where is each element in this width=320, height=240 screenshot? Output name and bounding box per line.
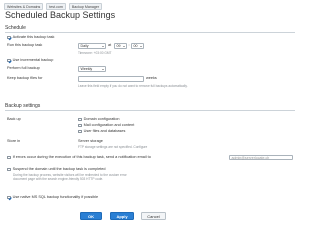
mssql-native-checkbox[interactable] [7,195,11,200]
full-backup-label: Perform full backup [7,66,40,70]
keep-files-label: Keep backup files for [7,76,43,80]
user-files-checkbox[interactable] [78,129,82,134]
incremental-backup-checkbox[interactable] [7,58,11,63]
keep-files-input[interactable] [78,76,144,82]
apply-button[interactable]: Apply [110,212,134,220]
run-task-label: Run this backup task [7,43,43,47]
chevron-down-icon [102,45,104,47]
time-separator: : [128,43,130,47]
chevron-down-icon [123,45,125,47]
user-files-row[interactable]: User files and databases [78,129,125,134]
notify-errors-checkbox[interactable] [7,155,11,160]
store-in-label: Store in [7,139,21,143]
domain-config-checkbox[interactable] [78,117,82,122]
keep-files-unit: weeks [146,76,157,81]
mail-config-label: Mail configuration and content [83,123,135,127]
keep-files-hint: Leave this field empty if you do not wan… [78,83,188,88]
domain-config-label: Domain configuration [83,117,120,121]
timezone-text: Timezone: +03:00 GMT [78,50,112,55]
activate-task-label: Activate this backup task [12,35,55,39]
incremental-backup-label: Use incremental backup [12,58,54,62]
chevron-down-icon [102,68,104,70]
notify-errors-row[interactable]: If errors occur during the execution of … [7,155,151,160]
ok-button[interactable]: OK [80,212,102,220]
run-minute-select[interactable]: 00 [131,43,144,49]
suspend-hint-line-2: document page with the search engine-fri… [13,176,104,181]
full-backup-select[interactable]: Weekly [78,66,106,72]
suspend-domain-label: Suspend the domain until the backup task… [12,167,106,171]
page-title: Scheduled Backup Settings [5,10,116,20]
run-frequency-select[interactable]: Daily [78,43,106,49]
run-hour-value: 09 [116,44,121,48]
backup-settings-divider [5,109,295,110]
mssql-native-row[interactable]: Use native MS SQL backup functionality i… [7,195,98,200]
cancel-button[interactable]: Cancel [141,212,166,220]
suspend-domain-checkbox[interactable] [7,167,11,172]
backup-settings-section-title: Backup settings [5,103,41,109]
back-up-label: Back up [7,117,21,121]
run-at-label: at [108,43,112,48]
domain-config-row[interactable]: Domain configuration [78,117,119,122]
notify-email-input[interactable]: admin@serverlocate.ch [229,154,293,161]
mssql-native-label: Use native MS SQL backup functionality i… [12,195,99,199]
run-frequency-value: Daily [80,44,89,48]
notify-errors-label: If errors occur during the execution of … [12,155,151,159]
run-minute-value: 00 [133,44,138,48]
mail-config-checkbox[interactable] [78,123,82,128]
user-files-label: User files and databases [83,129,126,133]
chevron-down-icon [140,45,142,47]
activate-task-checkbox[interactable] [7,35,11,40]
incremental-backup-row[interactable]: Use incremental backup [7,58,53,63]
schedule-section-title: Schedule [5,25,26,31]
activate-task-row[interactable]: Activate this backup task [7,35,54,40]
suspend-domain-row[interactable]: Suspend the domain until the backup task… [7,167,105,172]
store-in-value: Server storage [78,139,103,143]
mail-config-row[interactable]: Mail configuration and content [78,123,134,128]
ftp-storage-hint[interactable]: FTP storage settings are not specified. … [78,145,147,149]
schedule-divider [5,31,295,32]
full-backup-value: Weekly [80,67,93,71]
run-hour-select[interactable]: 09 [114,43,127,49]
